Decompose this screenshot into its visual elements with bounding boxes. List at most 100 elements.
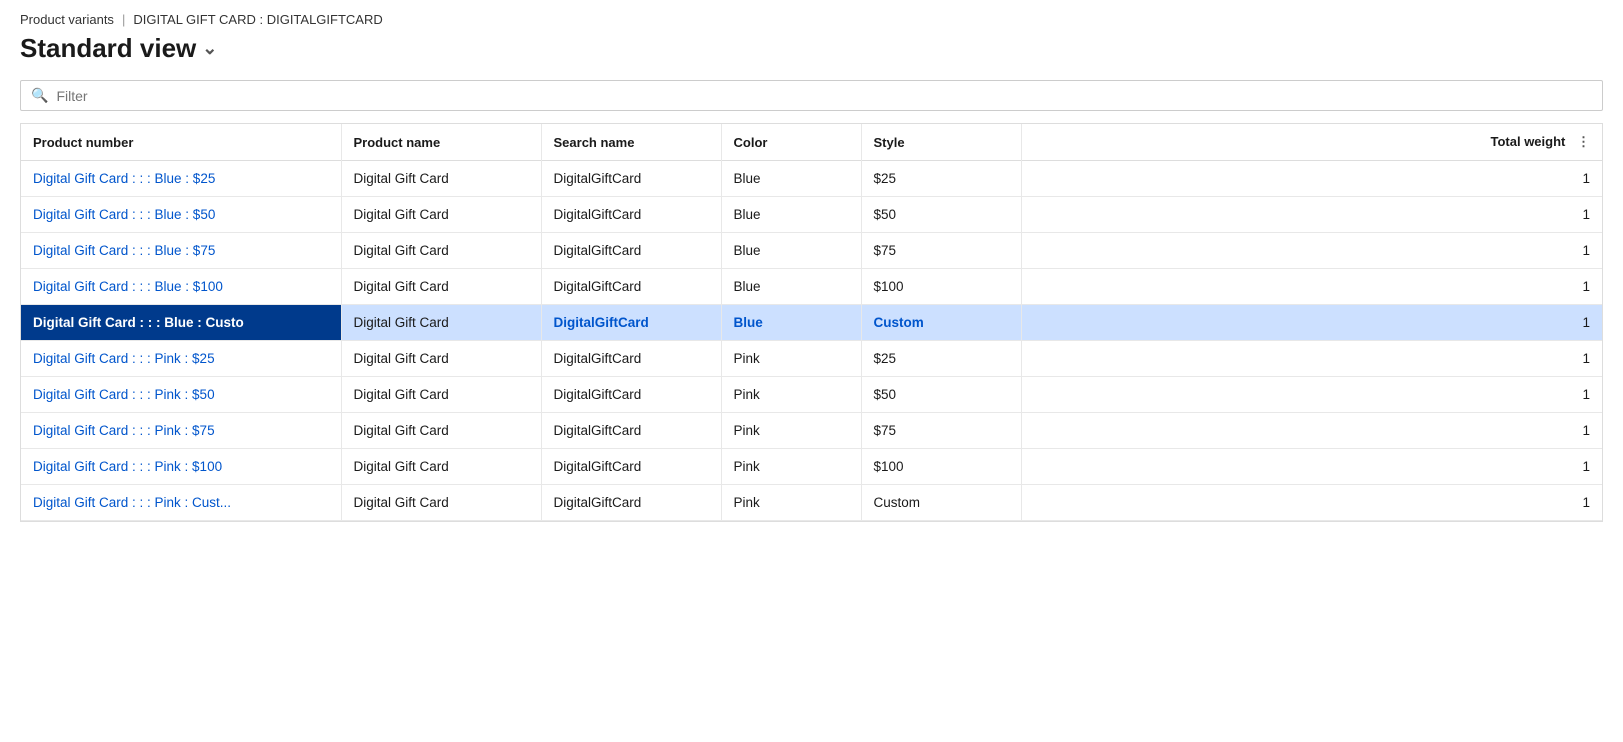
product-number-link[interactable]: Digital Gift Card : : : Pink : $100 [33,459,329,474]
cell-product-number: Digital Gift Card : : : Pink : $100 [21,449,341,485]
cell-total-weight: 1 [1021,269,1602,305]
table-row[interactable]: Digital Gift Card : : : Pink : $25 Digita… [21,341,1602,377]
cell-style: $75 [861,413,1021,449]
breadcrumb-current: DIGITAL GIFT CARD : DIGITALGIFTCARD [133,12,382,27]
cell-color: Pink [721,377,861,413]
cell-product-number: Digital Gift Card : : : Pink : Cust... [21,485,341,521]
cell-search-name: DigitalGiftCard [541,485,721,521]
variants-table: Product number Product name Search name … [21,124,1602,521]
col-header-color: Color [721,124,861,161]
cell-product-name: Digital Gift Card [341,377,541,413]
cell-total-weight: 1 [1021,377,1602,413]
cell-product-number: Digital Gift Card : : : Blue : $75 [21,233,341,269]
cell-product-name: Digital Gift Card [341,449,541,485]
product-number-link[interactable]: Digital Gift Card : : : Pink : Cust... [33,495,329,510]
product-number-link[interactable]: Digital Gift Card : : : Pink : $75 [33,423,329,438]
col-header-search-name: Search name [541,124,721,161]
cell-search-name: DigitalGiftCard [541,305,721,341]
page-container: Product variants | DIGITAL GIFT CARD : D… [0,0,1623,742]
cell-style: Custom [861,305,1021,341]
search-name-link[interactable]: DigitalGiftCard [554,315,709,330]
col-header-style: Style [861,124,1021,161]
product-number-link[interactable]: Digital Gift Card : : : Pink : $25 [33,351,329,366]
cell-style: $100 [861,449,1021,485]
cell-search-name: DigitalGiftCard [541,413,721,449]
cell-product-name: Digital Gift Card [341,341,541,377]
product-number-link[interactable]: Digital Gift Card : : : Blue : $50 [33,207,329,222]
cell-product-name: Digital Gift Card [341,269,541,305]
filter-input[interactable] [56,88,1592,104]
cell-total-weight: 1 [1021,485,1602,521]
breadcrumb-separator: | [122,12,125,27]
breadcrumb-parent[interactable]: Product variants [20,12,114,27]
table-row[interactable]: Digital Gift Card : : : Blue : Custo Digi… [21,305,1602,341]
cell-style: $50 [861,377,1021,413]
cell-search-name: DigitalGiftCard [541,449,721,485]
variants-table-wrapper: Product number Product name Search name … [20,123,1603,522]
cell-style: $75 [861,233,1021,269]
cell-product-name: Digital Gift Card [341,197,541,233]
cell-total-weight: 1 [1021,341,1602,377]
table-row[interactable]: Digital Gift Card : : : Pink : Cust... Di… [21,485,1602,521]
cell-style: Custom [861,485,1021,521]
cell-total-weight: 1 [1021,305,1602,341]
filter-bar: 🔍 [20,80,1603,111]
cell-color: Blue [721,161,861,197]
product-number-link[interactable]: Digital Gift Card : : : Blue : $75 [33,243,329,258]
cell-style: $25 [861,161,1021,197]
view-title-container: Standard view ⌄ [20,33,1603,64]
table-body: Digital Gift Card : : : Blue : $25 Digita… [21,161,1602,521]
cell-color: Pink [721,449,861,485]
cell-style: $100 [861,269,1021,305]
view-dropdown-icon[interactable]: ⌄ [202,38,217,59]
table-header-row: Product number Product name Search name … [21,124,1602,161]
cell-product-name: Digital Gift Card [341,305,541,341]
table-row[interactable]: Digital Gift Card : : : Blue : $75 Digita… [21,233,1602,269]
cell-color: Blue [721,197,861,233]
cell-color: Blue [721,305,861,341]
product-number-link[interactable]: Digital Gift Card : : : Blue : $100 [33,279,329,294]
table-row[interactable]: Digital Gift Card : : : Pink : $75 Digita… [21,413,1602,449]
cell-search-name: DigitalGiftCard [541,341,721,377]
cell-product-name: Digital Gift Card [341,485,541,521]
cell-product-number: Digital Gift Card : : : Blue : $50 [21,197,341,233]
table-row[interactable]: Digital Gift Card : : : Blue : $25 Digita… [21,161,1602,197]
product-number-link[interactable]: Digital Gift Card : : : Blue : $25 [33,171,329,186]
cell-search-name: DigitalGiftCard [541,269,721,305]
cell-style: $50 [861,197,1021,233]
cell-total-weight: 1 [1021,449,1602,485]
cell-total-weight: 1 [1021,413,1602,449]
cell-total-weight: 1 [1021,233,1602,269]
cell-color: Blue [721,269,861,305]
cell-total-weight: 1 [1021,197,1602,233]
cell-color: Pink [721,485,861,521]
table-row[interactable]: Digital Gift Card : : : Pink : $50 Digita… [21,377,1602,413]
view-title-text: Standard view [20,33,196,64]
cell-search-name: DigitalGiftCard [541,377,721,413]
cell-style: $25 [861,341,1021,377]
table-row[interactable]: Digital Gift Card : : : Pink : $100 Digit… [21,449,1602,485]
cell-product-name: Digital Gift Card [341,413,541,449]
table-row[interactable]: Digital Gift Card : : : Blue : $50 Digita… [21,197,1602,233]
cell-search-name: DigitalGiftCard [541,161,721,197]
cell-search-name: DigitalGiftCard [541,233,721,269]
cell-product-number: Digital Gift Card : : : Blue : Custo [21,305,341,341]
col-header-product-number: Product number [21,124,341,161]
cell-search-name: DigitalGiftCard [541,197,721,233]
cell-product-number: Digital Gift Card : : : Pink : $25 [21,341,341,377]
table-row[interactable]: Digital Gift Card : : : Blue : $100 Digit… [21,269,1602,305]
product-number-link[interactable]: Digital Gift Card : : : Pink : $50 [33,387,329,402]
cell-product-name: Digital Gift Card [341,161,541,197]
cell-product-name: Digital Gift Card [341,233,541,269]
cell-product-number: Digital Gift Card : : : Blue : $100 [21,269,341,305]
col-header-total-weight: Total weight ⋮ [1021,124,1602,161]
cell-product-number: Digital Gift Card : : : Pink : $50 [21,377,341,413]
product-number-link[interactable]: Digital Gift Card : : : Blue : Custo [33,315,329,330]
breadcrumb: Product variants | DIGITAL GIFT CARD : D… [20,12,1603,27]
cell-color: Pink [721,341,861,377]
column-options-icon[interactable]: ⋮ [1577,134,1590,149]
cell-total-weight: 1 [1021,161,1602,197]
cell-color: Blue [721,233,861,269]
col-header-product-name: Product name [341,124,541,161]
cell-product-number: Digital Gift Card : : : Blue : $25 [21,161,341,197]
